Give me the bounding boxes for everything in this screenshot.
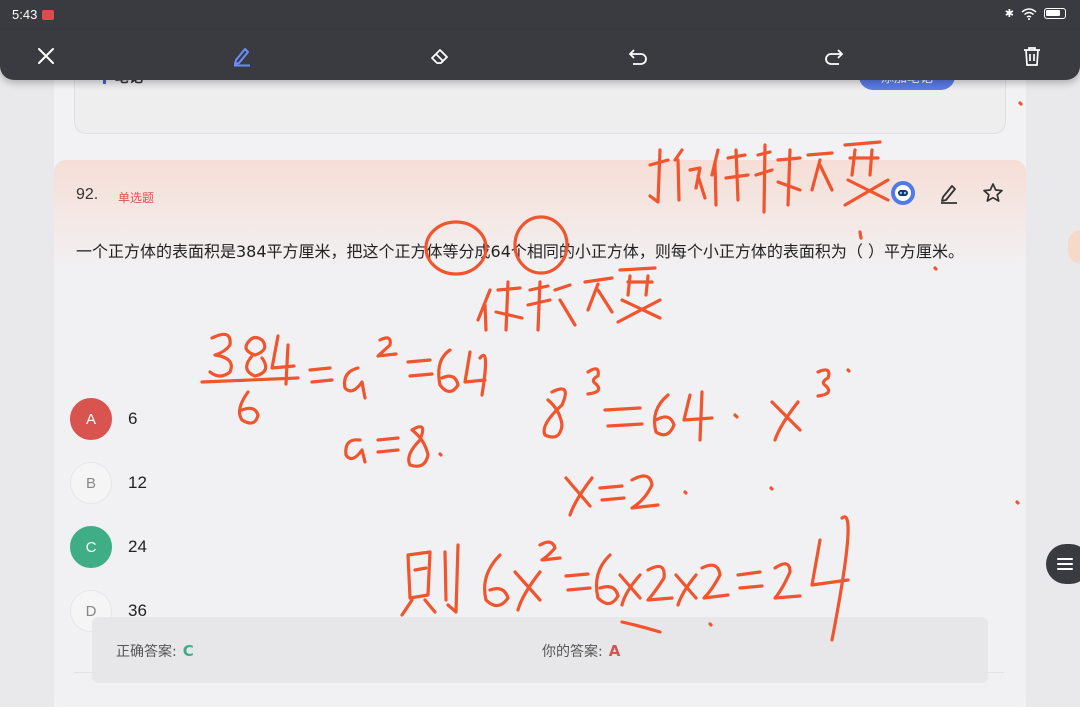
undo-icon[interactable] bbox=[624, 42, 652, 70]
pen-icon[interactable] bbox=[228, 42, 256, 70]
star-icon[interactable] bbox=[982, 182, 1004, 204]
battery-icon bbox=[1044, 8, 1066, 19]
option-letter: A bbox=[70, 398, 112, 440]
option-b[interactable]: B 12 bbox=[70, 462, 147, 504]
system-icons: ✱ bbox=[1005, 7, 1066, 20]
side-menu-button[interactable] bbox=[1046, 544, 1080, 584]
your-answer: 你的答案: A bbox=[542, 641, 620, 661]
annotation-toolbar bbox=[0, 30, 1080, 80]
option-value: 12 bbox=[128, 473, 147, 492]
correct-answer-value: C bbox=[182, 642, 194, 660]
correct-answer-label: 正确答案: bbox=[116, 644, 177, 660]
notification-badge bbox=[42, 10, 54, 20]
correct-answer: 正确答案: C bbox=[116, 641, 194, 661]
option-c[interactable]: C 24 bbox=[70, 526, 147, 568]
status-bar: 5:43 ✱ bbox=[0, 0, 1080, 30]
menu-icon bbox=[1057, 558, 1073, 570]
eraser-icon[interactable] bbox=[426, 42, 454, 70]
option-letter: C bbox=[70, 526, 112, 568]
side-floating-tab[interactable] bbox=[1068, 230, 1080, 264]
answer-summary: 正确答案: C 你的答案: A bbox=[92, 617, 988, 683]
question-number: 92. bbox=[76, 186, 99, 203]
trash-icon[interactable] bbox=[1018, 42, 1046, 70]
your-answer-value: A bbox=[608, 642, 621, 660]
question-text: 一个正方体的表面积是384平方厘米，把这个正方体等分成64个相同的小正方体，则每… bbox=[76, 242, 964, 261]
option-a[interactable]: A 6 bbox=[70, 398, 137, 440]
option-value: 6 bbox=[128, 409, 138, 428]
option-value: 24 bbox=[128, 537, 147, 556]
question-actions bbox=[890, 180, 1004, 206]
redo-icon[interactable] bbox=[820, 42, 848, 70]
close-icon[interactable] bbox=[32, 42, 60, 70]
wifi-icon bbox=[1021, 7, 1037, 20]
your-answer-label: 你的答案: bbox=[542, 644, 603, 660]
question-page: 笔记 添加笔记 92. 单选题 一个正方体的表面积是384平方厘米，把这个正方体… bbox=[54, 62, 1026, 707]
edit-icon[interactable] bbox=[938, 182, 960, 204]
option-letter: B bbox=[70, 462, 112, 504]
question-type-badge: 单选题 bbox=[118, 191, 155, 205]
clock: 5:43 bbox=[12, 7, 38, 22]
bluetooth-icon: ✱ bbox=[1004, 7, 1014, 20]
ai-assistant-icon[interactable] bbox=[890, 180, 916, 206]
